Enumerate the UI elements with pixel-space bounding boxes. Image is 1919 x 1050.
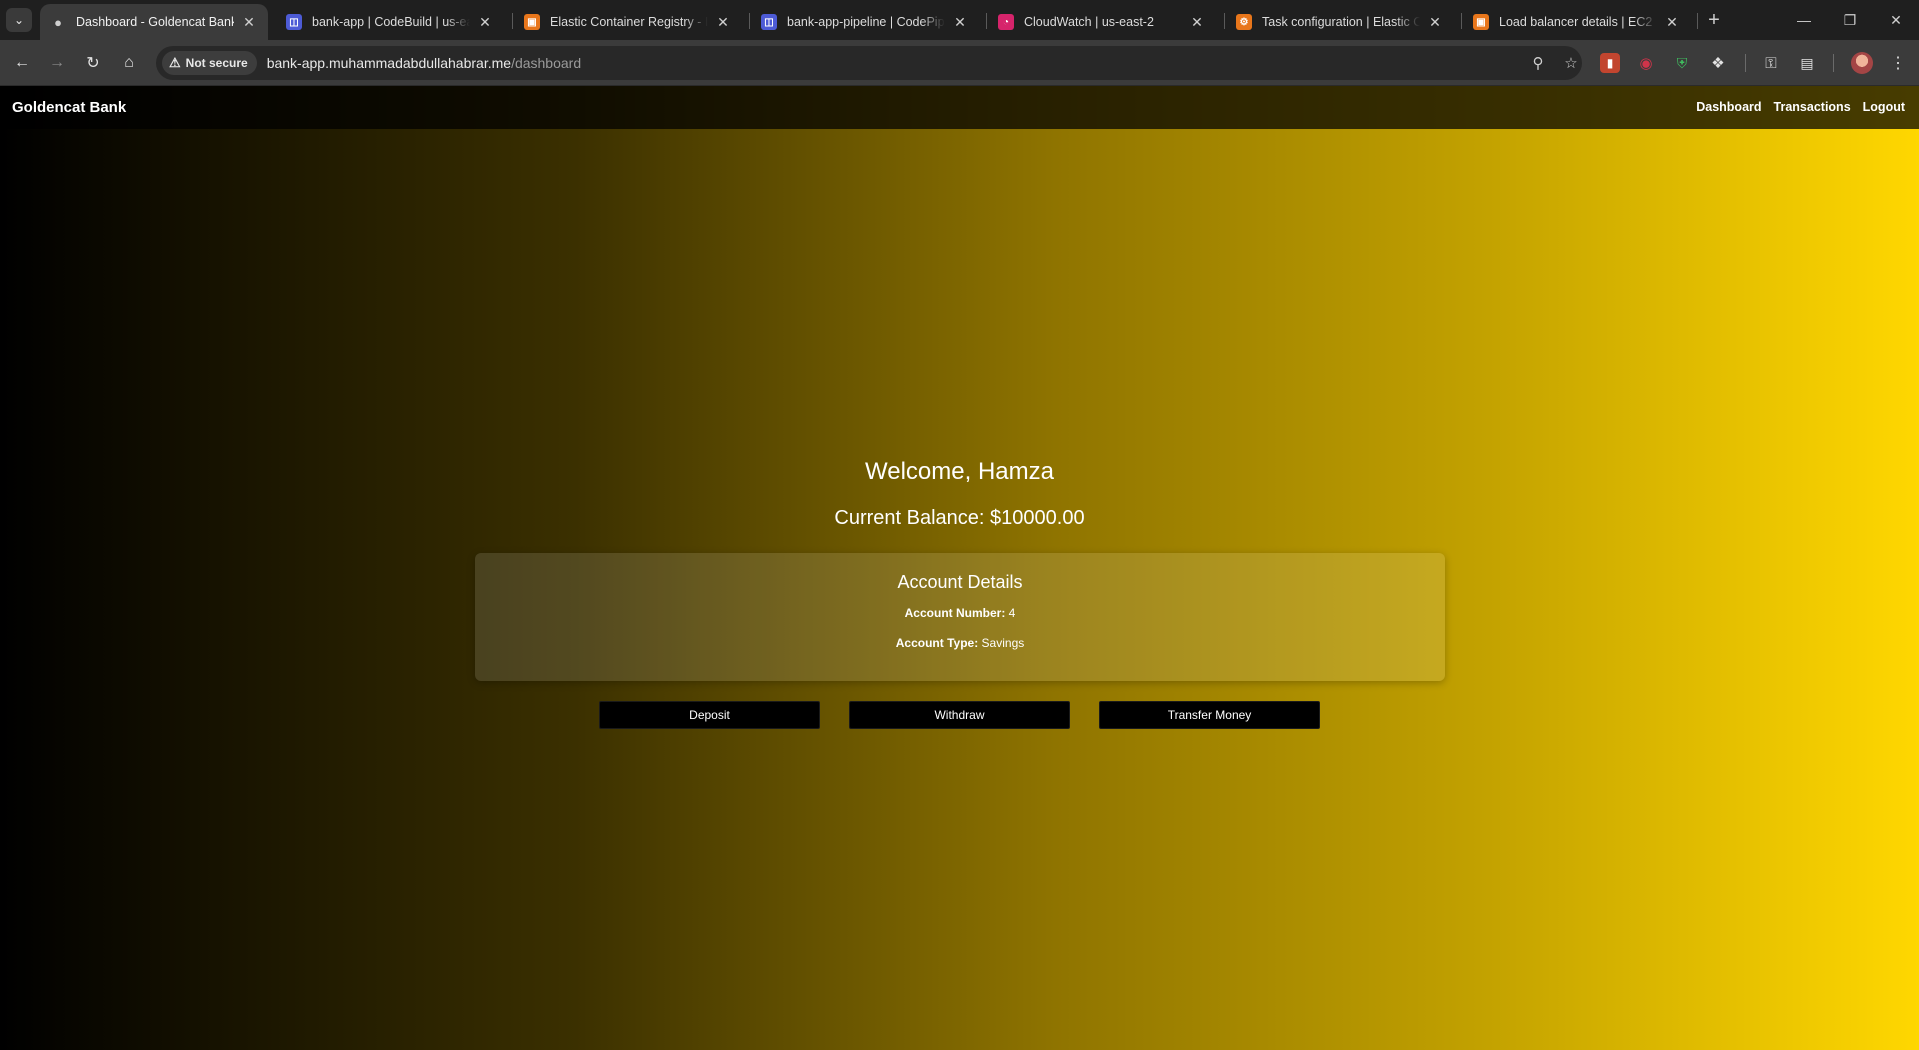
close-icon: ✕ (1890, 11, 1902, 28)
browser-toolbar: ← → ↻ ⌂ ⚠ Not secure bank-app.muhammadab… (0, 40, 1919, 86)
avatar[interactable] (1851, 52, 1873, 74)
shield-extension-icon[interactable]: ⛨ (1672, 53, 1692, 73)
tab-title: CloudWatch | us-east-2 (1024, 15, 1154, 29)
kebab-menu-icon: ⋮ (1890, 55, 1906, 72)
tab-ec2[interactable]: ▣ Load balancer details | EC2 | us-east-… (1463, 4, 1691, 40)
tab-ecr[interactable]: ▣ Elastic Container Registry - Images ✕ (514, 4, 742, 40)
codepipeline-icon: ◫ (761, 14, 777, 30)
bookmark-star-icon[interactable]: ☆ (1559, 51, 1583, 75)
url-path: /dashboard (511, 55, 582, 71)
home-icon: ⌂ (124, 54, 134, 71)
cloudwatch-icon: ◔ (998, 14, 1014, 30)
warning-icon: ⚠ (169, 55, 181, 70)
balance-heading: Current Balance: $10000.00 (834, 507, 1085, 529)
tab-title: Load balancer details | EC2 | us-east-2 (1499, 15, 1657, 29)
account-type-row: Account Type: Savings (475, 636, 1445, 650)
forward-button[interactable]: → (43, 49, 71, 77)
tab-separator (986, 13, 987, 29)
close-tab-icon[interactable]: ✕ (951, 13, 969, 31)
plus-icon: + (1708, 8, 1720, 31)
close-tab-icon[interactable]: ✕ (714, 13, 732, 31)
new-tab-button[interactable]: + (1702, 8, 1726, 32)
close-tab-icon[interactable]: ✕ (476, 13, 494, 31)
chevron-down-icon: ⌄ (13, 13, 25, 27)
key-icon[interactable]: ⚿ (1761, 53, 1781, 73)
account-details-title: Account Details (897, 572, 1023, 592)
globe-icon: ● (54, 14, 62, 30)
tab-separator (749, 13, 750, 29)
close-tab-icon[interactable]: ✕ (1188, 13, 1206, 31)
minimize-button[interactable]: — (1781, 0, 1827, 40)
tab-codepipeline[interactable]: ◫ bank-app-pipeline | CodePipeline ✕ (751, 4, 979, 40)
url-host: bank-app.muhammadabdullahabrar.me (266, 55, 512, 71)
transfer-money-button[interactable]: Transfer Money (1099, 701, 1320, 729)
tab-title: bank-app-pipeline | CodePipeline (787, 15, 945, 29)
close-window-button[interactable]: ✕ (1873, 0, 1919, 40)
codebuild-icon: ◫ (286, 14, 302, 30)
tab-search-button[interactable]: ⌄ (6, 8, 32, 32)
withdraw-button[interactable]: Withdraw (849, 701, 1070, 729)
tab-codebuild[interactable]: ◫ bank-app | CodeBuild | us-east-2 ✕ (276, 4, 504, 40)
tab-title: bank-app | CodeBuild | us-east-2 (312, 15, 470, 29)
account-details-card: Account Details Account Number: 4 Accoun… (475, 553, 1445, 681)
tab-title: Elastic Container Registry - Images (550, 15, 708, 29)
tab-separator (1697, 13, 1698, 29)
tab-separator (1224, 13, 1225, 29)
account-number-label: Account Number: (904, 606, 1006, 620)
page-viewport: Goldencat Bank Dashboard Transactions Lo… (0, 86, 1919, 1050)
restore-button[interactable]: ❐ (1827, 0, 1873, 40)
account-type-value: Savings (981, 636, 1025, 650)
url-text[interactable]: bank-app.muhammadabdullahabrar.me/dashbo… (267, 55, 581, 71)
tab-dashboard[interactable]: ● Dashboard - Goldencat Bank ✕ (40, 4, 268, 40)
address-bar[interactable]: ⚠ Not secure bank-app.muhammadabdullahab… (156, 46, 1582, 80)
reload-icon: ↻ (86, 55, 100, 72)
menu-button[interactable]: ⋮ (1884, 49, 1912, 77)
dashboard-content: Welcome, Hamza Current Balance: $10000.0… (0, 86, 1919, 1050)
security-chip[interactable]: ⚠ Not secure (162, 51, 257, 75)
tab-cloudwatch[interactable]: ◔ CloudWatch | us-east-2 ✕ (988, 4, 1216, 40)
close-tab-icon[interactable]: ✕ (1426, 13, 1444, 31)
account-number-value: 4 (1008, 606, 1016, 620)
minimize-icon: — (1797, 12, 1811, 28)
reload-button[interactable]: ↻ (79, 49, 107, 77)
security-label: Not secure (185, 56, 248, 70)
tab-ecs[interactable]: ⚙ Task configuration | Elastic Container… (1226, 4, 1454, 40)
restore-icon: ❐ (1843, 11, 1857, 28)
ecr-icon: ▣ (524, 14, 540, 30)
ec2-icon: ▣ (1473, 14, 1489, 30)
account-number-row: Account Number: 4 (475, 606, 1445, 620)
close-tab-icon[interactable]: ✕ (1663, 13, 1681, 31)
trash-icon[interactable]: ▤ (1797, 53, 1817, 73)
tab-separator (512, 13, 513, 29)
tab-separator (1461, 13, 1462, 29)
welcome-heading: Welcome, Hamza (865, 458, 1054, 485)
arrow-right-icon: → (49, 54, 65, 71)
close-tab-icon[interactable]: ✕ (240, 13, 258, 31)
bookmark-extension-icon[interactable]: ▮ (1600, 53, 1620, 73)
back-button[interactable]: ← (8, 49, 36, 77)
home-button[interactable]: ⌂ (115, 49, 143, 77)
tab-title: Task configuration | Elastic Container S… (1262, 15, 1420, 29)
ecs-icon: ⚙ (1236, 14, 1252, 30)
account-type-label: Account Type: (895, 636, 979, 650)
arrow-left-icon: ← (14, 54, 30, 71)
toolbar-divider (1745, 54, 1746, 72)
toolbar-divider (1833, 54, 1834, 72)
record-extension-icon[interactable]: ◉ (1636, 53, 1656, 73)
zoom-icon[interactable]: ⚲ (1526, 51, 1550, 75)
deposit-button[interactable]: Deposit (599, 701, 820, 729)
tab-title: Dashboard - Goldencat Bank (76, 15, 234, 29)
action-buttons: Deposit Withdraw Transfer Money (0, 701, 1919, 729)
tab-strip: ⌄ ● Dashboard - Goldencat Bank ✕ ◫ bank-… (0, 0, 1919, 40)
extensions-puzzle-icon[interactable]: ❖ (1708, 53, 1728, 73)
